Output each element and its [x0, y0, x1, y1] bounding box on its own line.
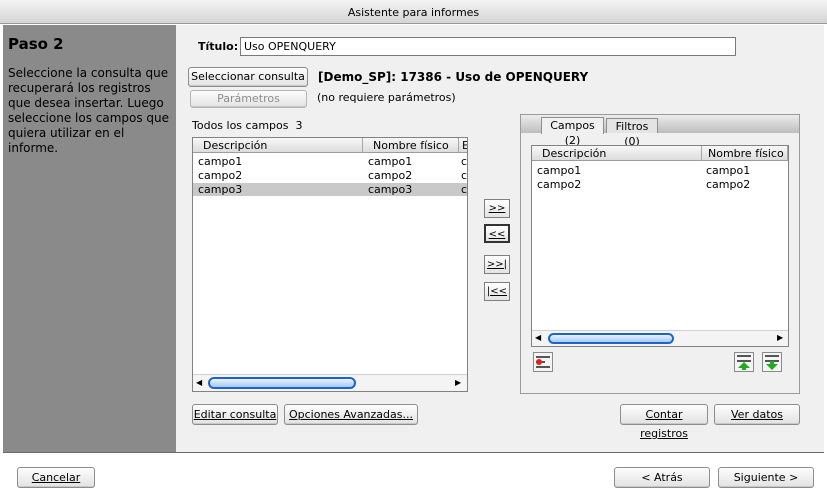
view-data-label: Ver datos	[731, 408, 783, 421]
count-records-button[interactable]: Contar registros	[620, 404, 708, 440]
count-records-label: Contar registros	[640, 408, 688, 440]
cell-descripcion: campo2	[198, 169, 243, 182]
column-header-extra[interactable]: E	[459, 138, 467, 153]
cell-descripcion: campo1	[537, 164, 582, 177]
next-label: Siguiente >	[733, 471, 799, 484]
cell-nombre-fisico: campo3	[368, 183, 413, 196]
advanced-options-button[interactable]: Opciones Avanzadas...	[284, 404, 418, 425]
all-fields-header: Descripción Nombre físico E	[193, 138, 467, 153]
all-fields-list[interactable]: Descripción Nombre físico E campo1 campo…	[192, 137, 468, 392]
add-field-button[interactable]: >>	[484, 199, 510, 218]
parameters-info: (no requiere parámetros)	[317, 91, 456, 104]
window-titlebar: Asistente para informes	[0, 0, 827, 24]
column-header-descripcion[interactable]: Descripción	[193, 138, 363, 153]
advanced-options-label: Opciones Avanzadas...	[288, 408, 413, 421]
move-down-icon[interactable]	[762, 352, 782, 372]
column-header-nombre-fisico[interactable]: Nombre físico	[363, 138, 459, 153]
title-label: Título:	[198, 40, 239, 53]
edit-query-label: Editar consulta	[193, 408, 277, 421]
all-fields-title: Todos los campos	[192, 119, 289, 132]
column-header-nombre-fisico[interactable]: Nombre físico	[702, 146, 788, 161]
remove-selected-icon[interactable]	[533, 352, 553, 372]
view-data-button[interactable]: Ver datos	[714, 404, 800, 425]
tab-filtros[interactable]: Filtros (0)	[606, 118, 658, 148]
scroll-right-icon[interactable]: ▶	[455, 378, 461, 387]
back-button[interactable]: < Atrás	[614, 467, 710, 488]
cell-nombre-fisico: campo1	[368, 155, 413, 168]
column-header-descripcion[interactable]: Descripción	[532, 146, 702, 161]
remove-field-button[interactable]: <<	[484, 224, 510, 243]
window-title: Asistente para informes	[347, 6, 480, 19]
cell-nombre-fisico: campo1	[706, 164, 751, 177]
table-row[interactable]: campo2 campo2 c	[193, 169, 467, 182]
parameters-button[interactable]: Parámetros	[190, 90, 307, 108]
move-up-icon[interactable]	[734, 352, 754, 372]
add-all-fields-button[interactable]: >>|	[484, 255, 510, 274]
tab-campos[interactable]: Campos (2)	[541, 117, 604, 147]
all-fields-label: Todos los campos 3	[192, 119, 302, 132]
table-row[interactable]: campo2 campo2	[532, 178, 788, 191]
cell-nombre-fisico: campo2	[706, 178, 751, 191]
all-fields-count: 3	[295, 119, 303, 132]
table-row[interactable]: campo1 campo1	[532, 164, 788, 177]
cell-descripcion: campo1	[198, 155, 243, 168]
cell-nombre-fisico: campo2	[368, 169, 413, 182]
edit-query-button[interactable]: Editar consulta	[192, 404, 278, 425]
select-query-button[interactable]: Seleccionar consulta	[188, 67, 308, 87]
scroll-left-icon[interactable]: ◀	[196, 378, 202, 387]
scroll-right-icon[interactable]: ▶	[777, 333, 783, 342]
back-label: < Atrás	[641, 471, 683, 484]
cell-descripcion: campo2	[537, 178, 582, 191]
next-button[interactable]: Siguiente >	[718, 467, 814, 488]
selected-fields-header: Descripción Nombre físico	[532, 146, 788, 161]
parameters-label: Parámetros	[217, 92, 280, 105]
cancel-label: Cancelar	[31, 471, 81, 484]
horizontal-scrollbar[interactable]: ◀ ▶	[193, 374, 467, 391]
remove-all-fields-button[interactable]: |<<	[484, 282, 510, 301]
scrollbar-thumb[interactable]	[548, 333, 674, 344]
title-input[interactable]: Uso OPENQUERY	[240, 37, 736, 56]
cell-extra: c	[461, 155, 468, 168]
table-row[interactable]: campo1 campo1 c	[193, 155, 467, 168]
selected-fields-list[interactable]: Descripción Nombre físico campo1 campo1 …	[531, 145, 789, 347]
step-title: Paso 2	[8, 35, 64, 53]
cell-extra: c	[461, 183, 468, 196]
query-info: [Demo_SP]: 17386 - Uso de OPENQUERY	[318, 70, 589, 84]
table-row-selected[interactable]: campo3 campo3 c	[193, 183, 467, 196]
step-description: Seleccione la consulta que recuperará lo…	[8, 66, 170, 155]
cell-extra: c	[461, 169, 468, 182]
scrollbar-thumb[interactable]	[208, 377, 356, 389]
cancel-button[interactable]: Cancelar	[17, 467, 95, 488]
cell-descripcion: campo3	[198, 183, 243, 196]
select-query-label: Seleccionar consulta	[191, 70, 305, 83]
horizontal-scrollbar[interactable]: ◀ ▶	[532, 330, 788, 346]
scroll-left-icon[interactable]: ◀	[535, 333, 541, 342]
